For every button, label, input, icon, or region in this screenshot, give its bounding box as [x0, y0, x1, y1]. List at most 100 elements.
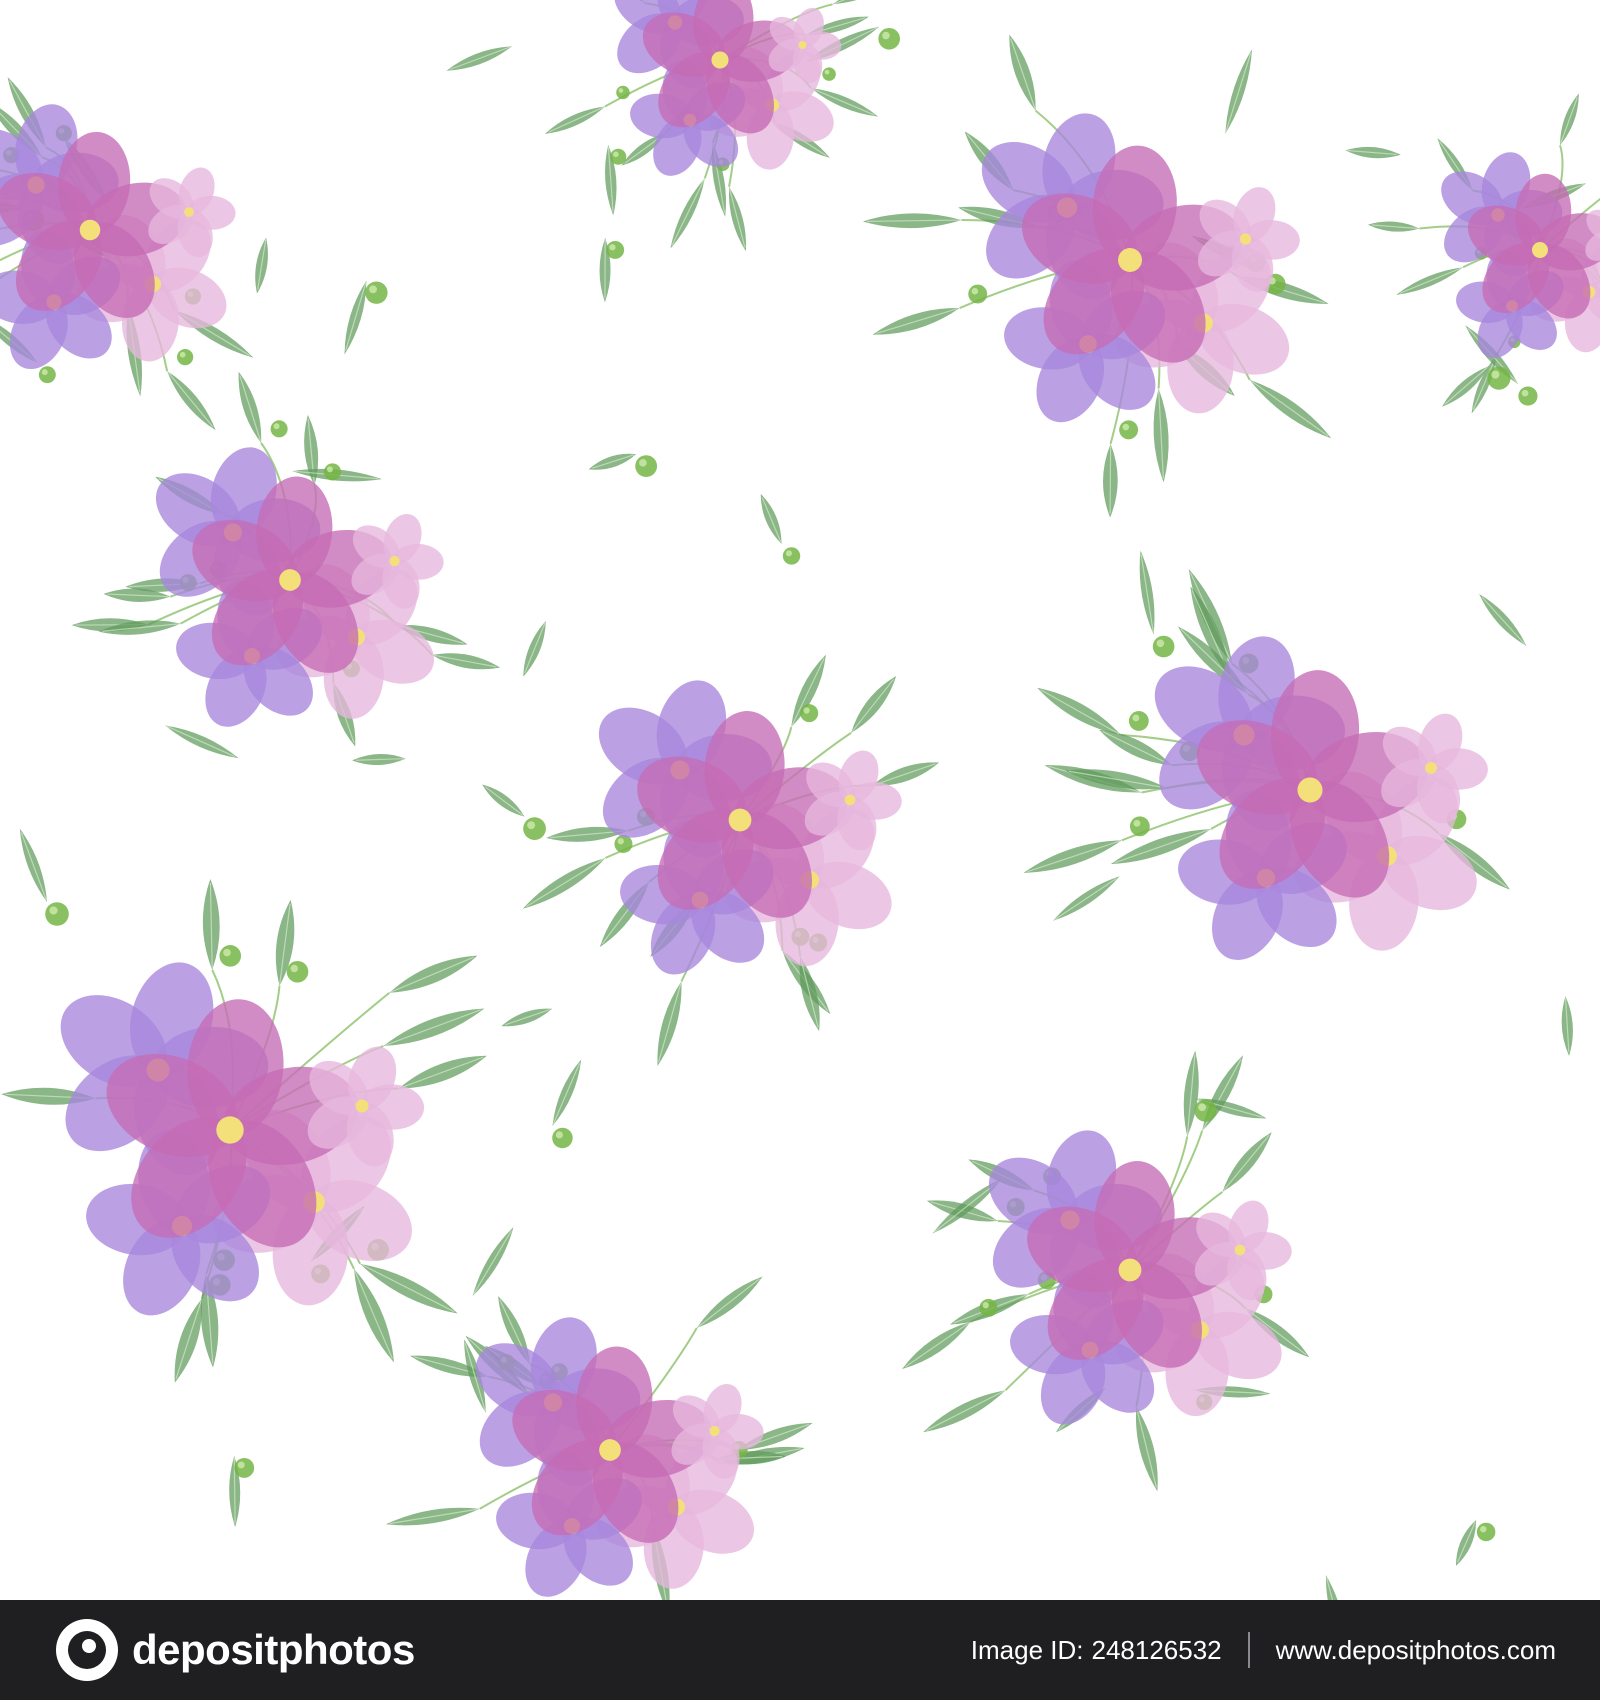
berry-highlight	[971, 287, 979, 295]
leaf-vein	[851, 678, 895, 732]
berry	[286, 960, 309, 983]
berry	[38, 366, 56, 384]
leaf-vein	[167, 372, 214, 428]
berry	[1518, 386, 1538, 406]
berry-highlight	[1521, 389, 1529, 397]
image-meta: Image ID: 248126532 www.depositphotos.co…	[971, 1632, 1556, 1668]
brand[interactable]: depositphotos	[56, 1619, 415, 1681]
berry-highlight	[1122, 423, 1130, 431]
berry-highlight	[326, 466, 333, 473]
leaf-vein	[1010, 38, 1036, 109]
leaf	[522, 857, 606, 909]
leaf	[862, 213, 962, 229]
leaf	[389, 955, 478, 993]
berry	[614, 834, 633, 853]
berry-body	[968, 284, 988, 304]
berry	[1152, 635, 1175, 658]
berry-highlight	[527, 821, 536, 830]
berry-body	[323, 463, 342, 481]
berry-highlight	[1132, 714, 1140, 722]
leaf	[19, 828, 48, 903]
leaf-vein	[1027, 840, 1121, 873]
leaf	[432, 653, 501, 670]
flowers-layer	[0, 0, 1600, 1597]
leaf-vein	[671, 179, 705, 246]
leaf	[167, 371, 216, 431]
image-id-label: Image ID:	[970, 1634, 1084, 1665]
leaf-vein	[166, 725, 236, 758]
berry-highlight	[273, 423, 280, 430]
website-link[interactable]: www.depositphotos.com	[1276, 1635, 1556, 1666]
berry-highlight	[41, 369, 48, 376]
footer-divider	[1247, 1632, 1250, 1668]
leaf	[588, 453, 637, 470]
berry-highlight	[49, 906, 58, 915]
berry	[1119, 420, 1139, 440]
berry-body	[606, 240, 625, 259]
berry	[523, 817, 546, 840]
berry	[234, 1457, 255, 1478]
berry-highlight	[609, 244, 616, 251]
berry-body	[1487, 366, 1511, 390]
depositphotos-logo-icon	[56, 1619, 118, 1681]
leaf	[923, 1390, 1006, 1433]
leaf	[202, 878, 220, 970]
berry-highlight	[617, 838, 624, 845]
berry	[635, 455, 658, 478]
berry-body	[635, 455, 658, 478]
berry-highlight	[369, 285, 377, 294]
berry	[616, 85, 630, 100]
berry	[45, 902, 69, 926]
berry	[1194, 1099, 1217, 1122]
floral-pattern-svg	[0, 0, 1600, 1600]
leaf	[1009, 34, 1036, 111]
leaf	[1325, 1575, 1347, 1600]
berry	[219, 945, 242, 967]
berry-highlight	[982, 1302, 989, 1309]
berry-body	[523, 817, 546, 840]
leaf	[523, 621, 546, 677]
leaf-vein	[449, 46, 511, 70]
leaf	[472, 1227, 514, 1296]
leaf	[1103, 443, 1118, 518]
berry-body	[1152, 635, 1175, 658]
berry	[878, 27, 900, 50]
leaf	[1153, 388, 1169, 483]
berry-body	[177, 349, 194, 366]
leaf	[1396, 267, 1464, 295]
berry-highlight	[882, 31, 890, 40]
leaf	[832, 0, 903, 5]
berry-body	[800, 704, 819, 723]
berry-body	[878, 27, 900, 50]
leaf	[1023, 840, 1122, 873]
leaf	[872, 308, 960, 335]
leaf-vein	[658, 983, 682, 1063]
leaf-vein	[904, 1322, 970, 1368]
leaf-vein	[548, 106, 604, 133]
berry-body	[38, 366, 56, 384]
berry	[800, 704, 819, 723]
leaf	[1037, 687, 1121, 735]
leaf	[1225, 49, 1253, 134]
leaf	[1202, 1055, 1244, 1131]
leaf-vein	[20, 832, 47, 901]
berry-body	[45, 902, 69, 926]
berry-highlight	[1491, 370, 1500, 379]
leaf	[1455, 1519, 1477, 1566]
leaf-vein	[1399, 267, 1462, 294]
leaf	[901, 1321, 971, 1370]
berry	[323, 463, 342, 481]
leaf	[385, 1507, 480, 1526]
leaf	[446, 46, 512, 71]
berry	[1128, 711, 1149, 731]
leaf-vein	[524, 622, 546, 674]
leaf-vein	[1251, 380, 1329, 437]
berry-body	[219, 945, 242, 967]
berry-body	[365, 281, 388, 304]
berry-highlight	[618, 88, 624, 93]
leaf	[501, 1008, 553, 1027]
leaf	[352, 753, 406, 765]
leaf-vein	[926, 1390, 1005, 1431]
berry-body	[270, 420, 288, 438]
berry	[979, 1298, 998, 1317]
